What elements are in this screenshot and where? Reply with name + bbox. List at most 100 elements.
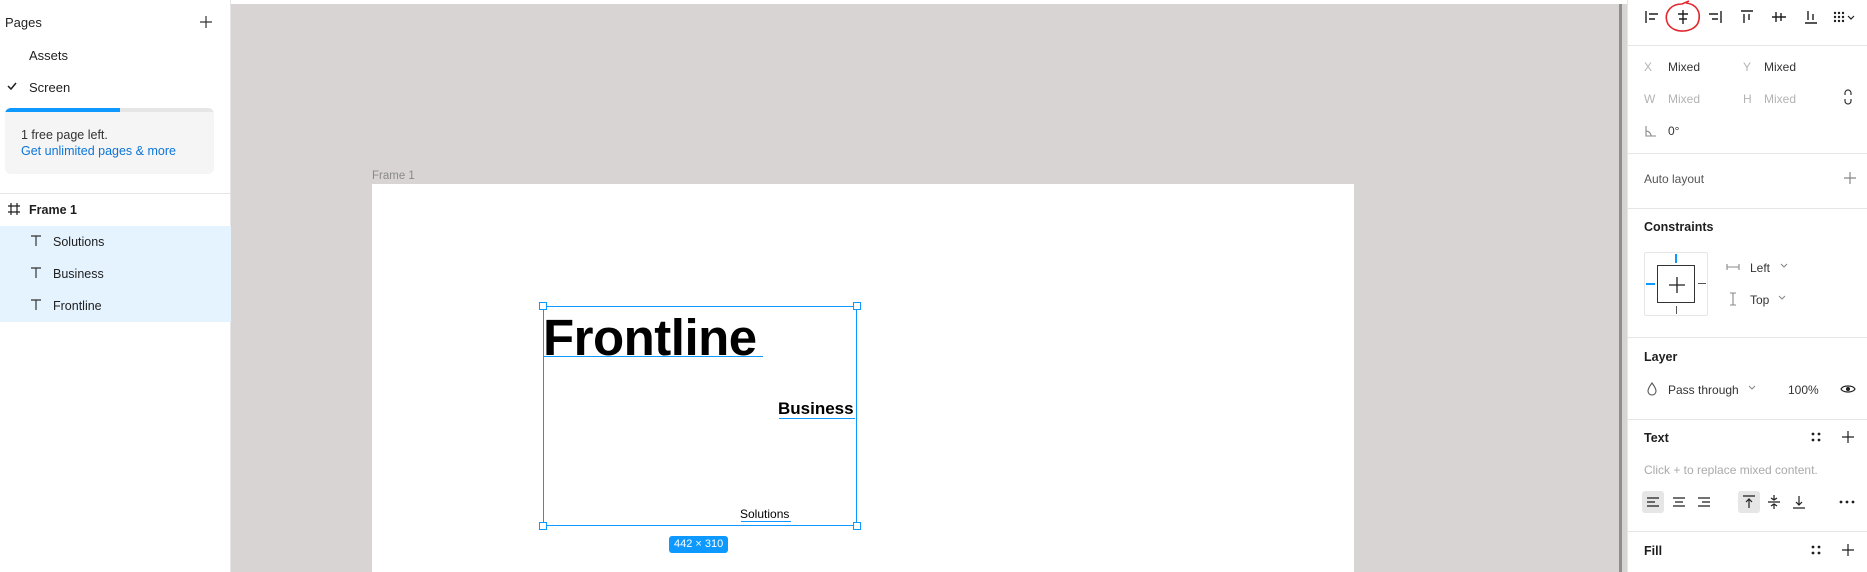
chevron-down-icon bbox=[1746, 381, 1764, 399]
align-top-icon[interactable] bbox=[1738, 8, 1756, 26]
quota-message: 1 free page left. bbox=[21, 128, 108, 142]
text-hint: Click + to replace mixed content. bbox=[1644, 463, 1818, 477]
layer-label: Frontline bbox=[53, 299, 102, 313]
checkmark-icon bbox=[7, 82, 17, 91]
layer-item-solutions[interactable]: Solutions bbox=[0, 226, 231, 258]
add-page-button[interactable] bbox=[196, 12, 216, 32]
page-label: Screen bbox=[29, 80, 71, 95]
page-item-screen[interactable]: Screen bbox=[0, 75, 231, 99]
h-input[interactable]: Mixed bbox=[1764, 92, 1796, 106]
rotation-icon bbox=[1642, 122, 1660, 140]
add-fill-button[interactable] bbox=[1839, 541, 1857, 559]
rotation-input[interactable]: 0° bbox=[1668, 124, 1679, 138]
y-input[interactable]: Mixed bbox=[1764, 60, 1796, 74]
text-align-bottom-icon[interactable] bbox=[1788, 491, 1810, 513]
divider bbox=[1628, 337, 1867, 338]
page-quota-banner: 1 free page left. Get unlimited pages & … bbox=[5, 108, 214, 174]
horizontal-constraint-select[interactable]: Left bbox=[1750, 261, 1770, 275]
x-input[interactable]: Mixed bbox=[1668, 60, 1700, 74]
vertical-constraint-icon bbox=[1724, 290, 1742, 308]
text-align-middle-icon[interactable] bbox=[1763, 491, 1785, 513]
quota-progress-bar bbox=[5, 108, 214, 112]
frame-1[interactable] bbox=[372, 184, 1354, 572]
plus-icon bbox=[1669, 277, 1685, 293]
align-right-icon[interactable] bbox=[1706, 8, 1724, 26]
blend-mode-icon bbox=[1643, 380, 1661, 398]
opacity-input[interactable]: 100% bbox=[1788, 383, 1819, 397]
scrollbar-thumb[interactable] bbox=[1619, 4, 1622, 572]
layer-item-business[interactable]: Business bbox=[0, 258, 231, 290]
divider bbox=[1628, 45, 1867, 46]
constraint-inner-box bbox=[1657, 265, 1695, 303]
resize-handle-top-right[interactable] bbox=[853, 302, 861, 310]
horizontal-constraint-icon bbox=[1724, 258, 1742, 276]
styles-grid-icon[interactable] bbox=[1807, 428, 1825, 446]
h-label: H bbox=[1743, 92, 1752, 106]
divider bbox=[1628, 419, 1867, 420]
plus-icon bbox=[200, 16, 212, 28]
constraint-widget[interactable] bbox=[1644, 252, 1708, 316]
constrain-proportions-icon[interactable] bbox=[1839, 88, 1857, 106]
more-options-icon[interactable] bbox=[1836, 491, 1858, 513]
left-panel: Pages Assets Screen 1 free page left. Ge… bbox=[0, 0, 231, 572]
canvas-scrollbar[interactable] bbox=[1615, 4, 1625, 572]
layer-item-frontline[interactable]: Frontline bbox=[0, 290, 231, 322]
align-bottom-icon[interactable] bbox=[1802, 8, 1820, 26]
x-label: X bbox=[1644, 60, 1653, 74]
text-section-title: Text bbox=[1644, 431, 1669, 445]
auto-layout-title: Auto layout bbox=[1644, 172, 1705, 186]
add-text-property-button[interactable] bbox=[1839, 428, 1857, 446]
layer-title: Layer bbox=[1644, 350, 1678, 364]
text-align-right-icon[interactable] bbox=[1693, 491, 1715, 513]
resize-handle-top-left[interactable] bbox=[539, 302, 547, 310]
y-label: Y bbox=[1743, 60, 1752, 74]
fill-title: Fill bbox=[1644, 544, 1663, 558]
red-annotation-circle bbox=[1665, 0, 1701, 32]
vertical-constraint-select[interactable]: Top bbox=[1750, 293, 1769, 307]
w-input[interactable]: Mixed bbox=[1668, 92, 1700, 106]
align-vertical-center-icon[interactable] bbox=[1770, 8, 1788, 26]
layer-label: Frame 1 bbox=[29, 203, 77, 217]
text-align-top-icon[interactable] bbox=[1738, 491, 1760, 513]
layer-label: Solutions bbox=[53, 235, 105, 249]
pages-header: Pages bbox=[0, 10, 231, 34]
text-align-center-icon[interactable] bbox=[1668, 491, 1690, 513]
constraint-right[interactable] bbox=[1698, 283, 1706, 284]
page-label: Assets bbox=[29, 48, 69, 63]
layer-label: Business bbox=[53, 267, 104, 281]
chevron-down-icon bbox=[1778, 259, 1796, 277]
text-layer-icon bbox=[31, 299, 41, 310]
constraints-title: Constraints bbox=[1644, 220, 1714, 234]
alignment-toolbar bbox=[1628, 0, 1867, 36]
constraint-bottom[interactable] bbox=[1676, 306, 1677, 314]
constraint-left-active[interactable] bbox=[1646, 283, 1655, 285]
pages-title: Pages bbox=[5, 15, 42, 30]
frame-icon bbox=[8, 203, 20, 215]
constraint-top-active[interactable] bbox=[1675, 254, 1677, 263]
text-layer-icon bbox=[31, 267, 41, 278]
distribute-menu-icon[interactable] bbox=[1832, 8, 1858, 26]
frame-label[interactable]: Frame 1 bbox=[372, 170, 415, 182]
w-label: W bbox=[1644, 92, 1656, 106]
divider bbox=[1628, 531, 1867, 532]
page-item-assets[interactable]: Assets bbox=[0, 43, 231, 67]
resize-handle-bottom-left[interactable] bbox=[539, 522, 547, 530]
eye-icon[interactable] bbox=[1839, 380, 1857, 398]
chevron-down-icon bbox=[1776, 291, 1794, 309]
selection-box[interactable] bbox=[539, 302, 861, 530]
align-left-icon[interactable] bbox=[1643, 8, 1661, 26]
divider bbox=[1628, 153, 1867, 154]
text-layer-icon bbox=[31, 235, 41, 246]
selection-size-badge: 442 × 310 bbox=[669, 536, 729, 553]
design-canvas[interactable]: Frame 1 Frontline Business Solutions 442… bbox=[231, 0, 1627, 572]
divider bbox=[1628, 208, 1867, 209]
resize-handle-bottom-right[interactable] bbox=[853, 522, 861, 530]
styles-grid-icon[interactable] bbox=[1807, 541, 1825, 559]
add-auto-layout-button[interactable] bbox=[1841, 169, 1859, 187]
blend-mode-select[interactable]: Pass through bbox=[1668, 383, 1739, 397]
text-align-left-icon[interactable] bbox=[1642, 491, 1664, 513]
upgrade-link[interactable]: Get unlimited pages & more bbox=[21, 144, 176, 158]
quota-progress-fill bbox=[5, 108, 120, 112]
properties-panel: X Mixed Y Mixed W Mixed H Mixed 0° Auto … bbox=[1627, 0, 1867, 572]
layer-item-frame[interactable]: Frame 1 bbox=[0, 194, 231, 226]
